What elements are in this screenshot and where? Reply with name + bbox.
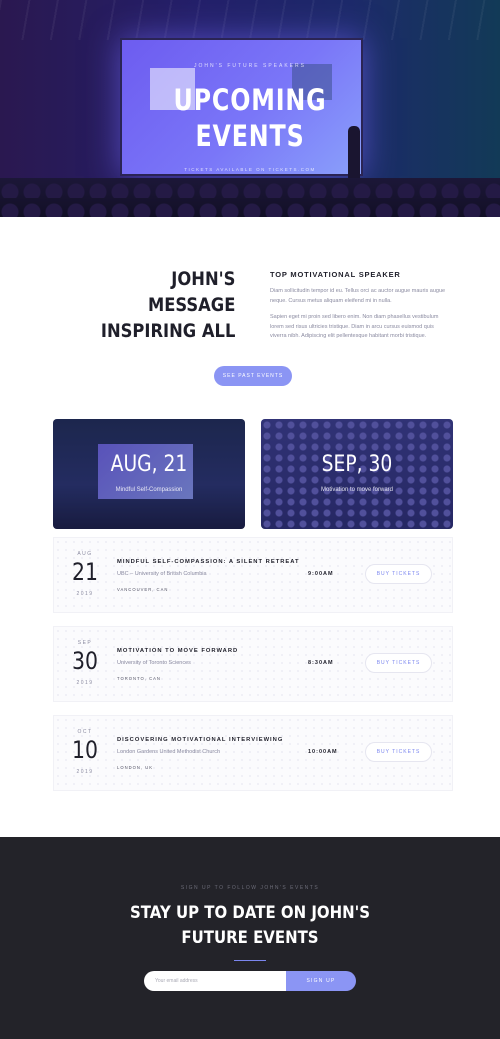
signup-kicker: SIGN UP TO FOLLOW JOHN'S EVENTS	[180, 885, 320, 891]
event-time: 8:30AM	[308, 660, 334, 666]
signup-section: SIGN UP TO FOLLOW JOHN'S EVENTS STAY UP …	[0, 837, 500, 1039]
message-heading-line3: INSPIRING ALL	[100, 320, 235, 342]
event-city: VANCOUVER, CAN	[117, 587, 169, 592]
hero-ceiling-truss	[0, 0, 500, 40]
event-month: AUG	[77, 551, 93, 557]
event-row: OCT 10 2019 DISCOVERING MOTIVATIONAL INT…	[53, 715, 453, 791]
event-city: TORONTO, CAN	[117, 676, 161, 681]
event-day: 30	[72, 647, 98, 675]
message-heading: JOHN'S MESSAGE INSPIRING ALL	[101, 266, 235, 344]
event-row: AUG 21 2019 MINDFUL SELF-COMPASSION: A S…	[53, 537, 453, 613]
card-date: SEP, 30	[321, 452, 393, 477]
event-year: 2019	[76, 591, 94, 597]
email-input[interactable]	[144, 971, 288, 991]
hero-title: UPCOMING EVENTS	[45, 82, 455, 154]
buy-tickets-button[interactable]: BUY TICKETS	[365, 653, 432, 673]
sign-up-button[interactable]: SIGN UP	[286, 971, 356, 991]
signup-heading: STAY UP TO DATE ON JOHN'S FUTURE EVENTS	[30, 901, 470, 951]
hero-section: JOHN'S FUTURE SPEAKERS UPCOMING EVENTS T…	[0, 0, 500, 217]
signup-heading-line2: FUTURE EVENTS	[181, 928, 319, 948]
signup-heading-line1: STAY UP TO DATE ON JOHN'S	[129, 903, 371, 923]
see-past-events-button[interactable]: SEE PAST EVENTS	[214, 366, 292, 386]
signup-divider	[234, 960, 266, 961]
event-title: MOTIVATION TO MOVE FORWARD	[117, 648, 239, 654]
message-paragraph: Sapien eget mi proin sed libero enim. No…	[270, 314, 439, 339]
card-caption: Mindful Self-Compassion	[115, 487, 183, 493]
event-month: SEP	[77, 640, 93, 646]
hero-audience	[0, 178, 500, 217]
event-day: 10	[72, 736, 98, 764]
hero-title-line1: UPCOMING	[173, 83, 327, 117]
buy-tickets-button[interactable]: BUY TICKETS	[365, 564, 432, 584]
message-subheading: TOP MOTIVATIONAL SPEAKER	[270, 270, 401, 279]
event-city: LONDON, UK	[117, 765, 154, 770]
event-title: DISCOVERING MOTIVATIONAL INTERVIEWING	[117, 737, 284, 743]
event-venue: UBC – University of British Columbia	[117, 571, 207, 577]
hero-tickets-note: TICKETS AVAILABLE ON TICKETS.COM	[184, 167, 316, 172]
event-venue: London Gardens United Methodist Church	[117, 749, 221, 755]
event-day: 21	[72, 558, 98, 586]
event-row: SEP 30 2019 MOTIVATION TO MOVE FORWARD U…	[53, 626, 453, 702]
featured-event-card[interactable]: SEP, 30 Motivation to move forward	[261, 419, 453, 529]
event-year: 2019	[76, 769, 94, 775]
hero-kicker: JOHN'S FUTURE SPEAKERS	[194, 63, 306, 69]
card-caption: Motivation to move forward	[320, 487, 394, 493]
event-time: 9:00AM	[308, 571, 334, 577]
event-month: OCT	[77, 729, 93, 735]
event-time: 10:00AM	[308, 749, 338, 755]
buy-tickets-button[interactable]: BUY TICKETS	[365, 742, 432, 762]
message-paragraph: Diam sollicitudin tempor id eu. Tellus o…	[270, 288, 446, 304]
event-title: MINDFUL SELF-COMPASSION: A SILENT RETREA…	[117, 559, 300, 565]
event-year: 2019	[76, 680, 94, 686]
card-date: AUG, 21	[110, 452, 188, 477]
featured-event-card[interactable]: AUG, 21 Mindful Self-Compassion	[53, 419, 245, 529]
message-heading-line1: JOHN'S	[170, 268, 235, 290]
event-venue: University of Toronto Sciences	[117, 660, 191, 666]
hero-title-line2: EVENTS	[195, 119, 305, 153]
message-heading-line2: MESSAGE	[147, 294, 235, 316]
